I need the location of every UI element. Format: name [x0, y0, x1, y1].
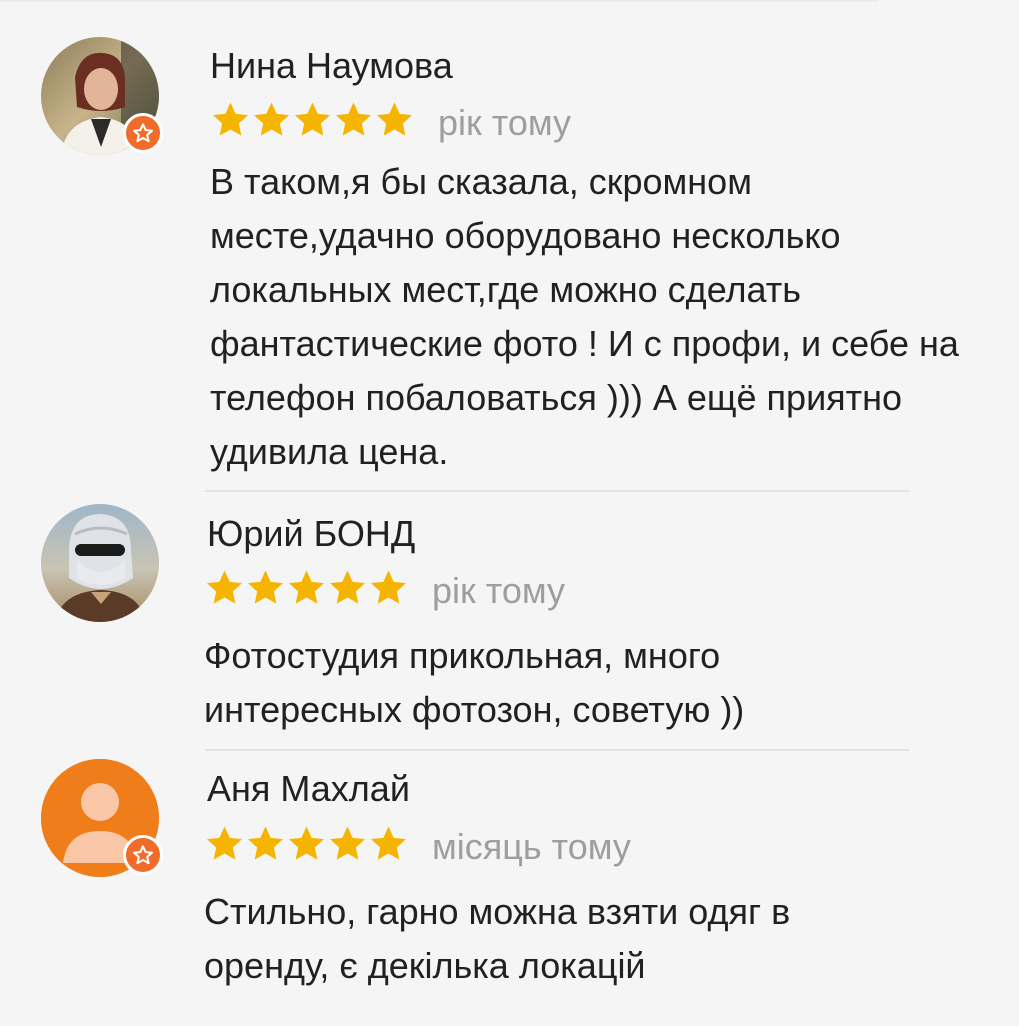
star-icon	[248, 826, 283, 860]
star-icon	[336, 102, 371, 136]
user-photo-icon	[41, 504, 159, 622]
avatar[interactable]	[41, 37, 163, 155]
review-item: Аня Махлай місяць тому Стильно, гарно мо…	[0, 751, 1019, 1026]
star-icon	[295, 102, 330, 136]
author-name[interactable]: Нина Наумова	[210, 45, 453, 87]
rating-stars	[210, 100, 415, 140]
review-item: Юрий БОНД рік тому Фотостудия прикольная…	[0, 492, 1019, 749]
star-badge-icon	[133, 123, 153, 143]
local-guide-badge	[123, 835, 163, 875]
star-icon	[254, 102, 289, 136]
star-icon	[330, 826, 365, 860]
author-name[interactable]: Аня Махлай	[207, 768, 410, 810]
star-icon	[207, 570, 242, 604]
avatar[interactable]	[41, 759, 163, 877]
local-guide-badge	[123, 113, 163, 153]
star-icon	[289, 570, 324, 604]
star-icon	[289, 826, 324, 860]
avatar[interactable]	[41, 504, 159, 622]
star-icon	[371, 570, 406, 604]
star-icon	[330, 570, 365, 604]
star-icon	[371, 826, 406, 860]
author-name[interactable]: Юрий БОНД	[207, 513, 415, 555]
star-icon	[377, 102, 412, 136]
review-text: Фотостудия прикольная, много интересных …	[204, 635, 745, 730]
review-text: Стильно, гарно можна взяти одяг в оренду…	[204, 891, 791, 986]
review-date: рік тому	[432, 570, 566, 611]
rating-stars	[204, 568, 409, 608]
rating-stars	[204, 824, 409, 864]
star-icon	[248, 570, 283, 604]
star-icon	[207, 826, 242, 860]
review-date: рік тому	[438, 102, 572, 143]
review-item: Нина Наумова рік тому В таком,я бы сказа…	[0, 0, 1019, 490]
star-badge-icon	[133, 845, 153, 865]
star-icon	[213, 102, 248, 136]
review-text: В таком,я бы сказала, скромном месте,уда…	[210, 161, 959, 472]
review-date: місяць тому	[432, 826, 631, 867]
